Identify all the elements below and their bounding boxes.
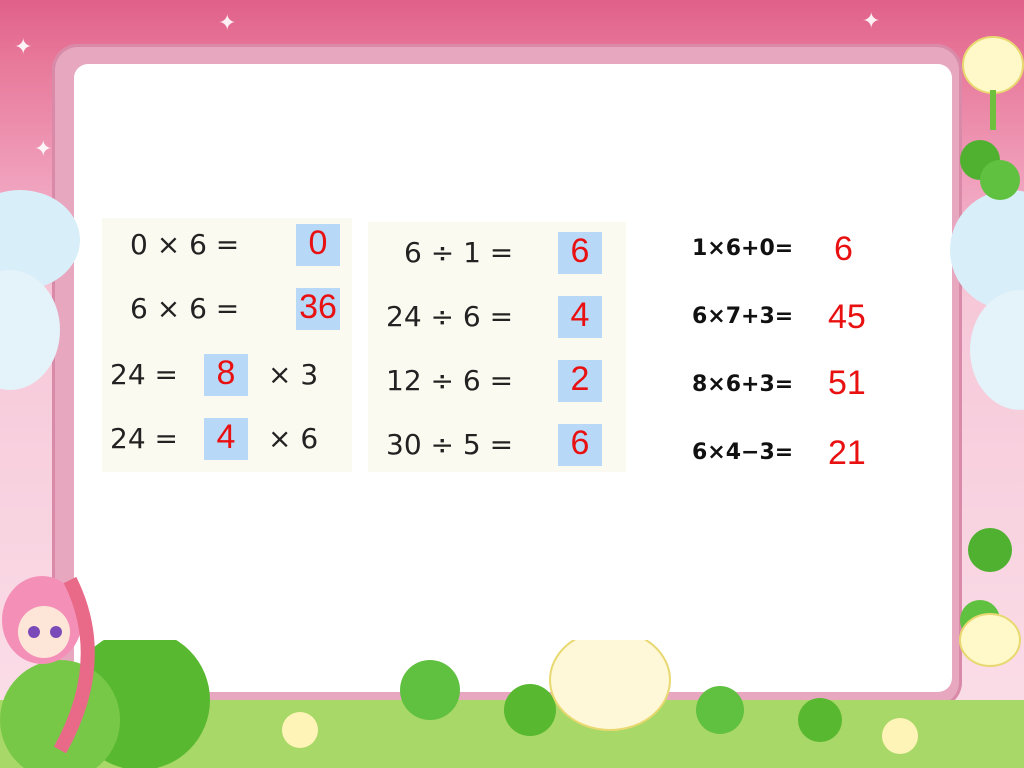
equation-text: 24 =: [110, 358, 178, 391]
mixed-equation-text: 6×7+3=: [692, 304, 794, 329]
equation-text: 12 ÷ 6 =: [386, 364, 514, 397]
answer-value: 8: [216, 354, 236, 392]
cloud-left-decoration: [0, 190, 80, 390]
answer-value: 6: [570, 424, 590, 462]
answer-value: 36: [299, 288, 337, 326]
answer-value: 2: [570, 360, 590, 398]
equation-text: 24 ÷ 6 =: [386, 300, 514, 333]
answer-value: 0: [308, 224, 328, 262]
flower-top-right-decoration: [962, 36, 1024, 130]
slide: { "left_box": { "rows": [ {"text": "0 × …: [0, 0, 1024, 768]
answer-value: 4: [216, 418, 236, 456]
mixed-answer-value: 45: [828, 298, 866, 336]
division-box: 6 ÷ 1 = 6 24 ÷ 6 = 4 12 ÷ 6 = 2 30 ÷ 5 =…: [368, 222, 626, 472]
sparkle-icon: ✦: [14, 34, 33, 59]
equation-text: 30 ÷ 5 =: [386, 428, 514, 461]
equation-text: × 3: [268, 358, 319, 391]
sparkle-icon: ✦: [218, 10, 237, 35]
multiplication-box: 0 × 6 = 0 6 × 6 = 36 24 = 8 × 3 24 = 4 ×…: [102, 218, 352, 472]
ground-decoration: [0, 640, 1024, 768]
mixed-answer-value: 21: [828, 434, 866, 472]
answer-value: 4: [570, 296, 590, 334]
equation-text: × 6: [268, 422, 319, 455]
sparkle-icon: ✦: [862, 8, 881, 33]
clover-right-decoration: [959, 140, 1021, 667]
fairy-character-decoration: [2, 576, 95, 754]
equation-text: 0 × 6 =: [130, 228, 240, 261]
mixed-equation-text: 6×4−3=: [692, 440, 794, 465]
equation-text: 24 =: [110, 422, 178, 455]
mixed-equation-text: 1×6+0=: [692, 236, 794, 261]
mixed-answer-value: 6: [834, 230, 853, 268]
answer-value: 6: [570, 232, 590, 270]
mixed-answer-value: 51: [828, 364, 866, 402]
equation-text: 6 × 6 =: [130, 292, 240, 325]
equation-text: 6 ÷ 1 =: [404, 236, 514, 269]
mixed-equation-text: 8×6+3=: [692, 372, 794, 397]
sparkle-icon: ✦: [34, 136, 53, 161]
